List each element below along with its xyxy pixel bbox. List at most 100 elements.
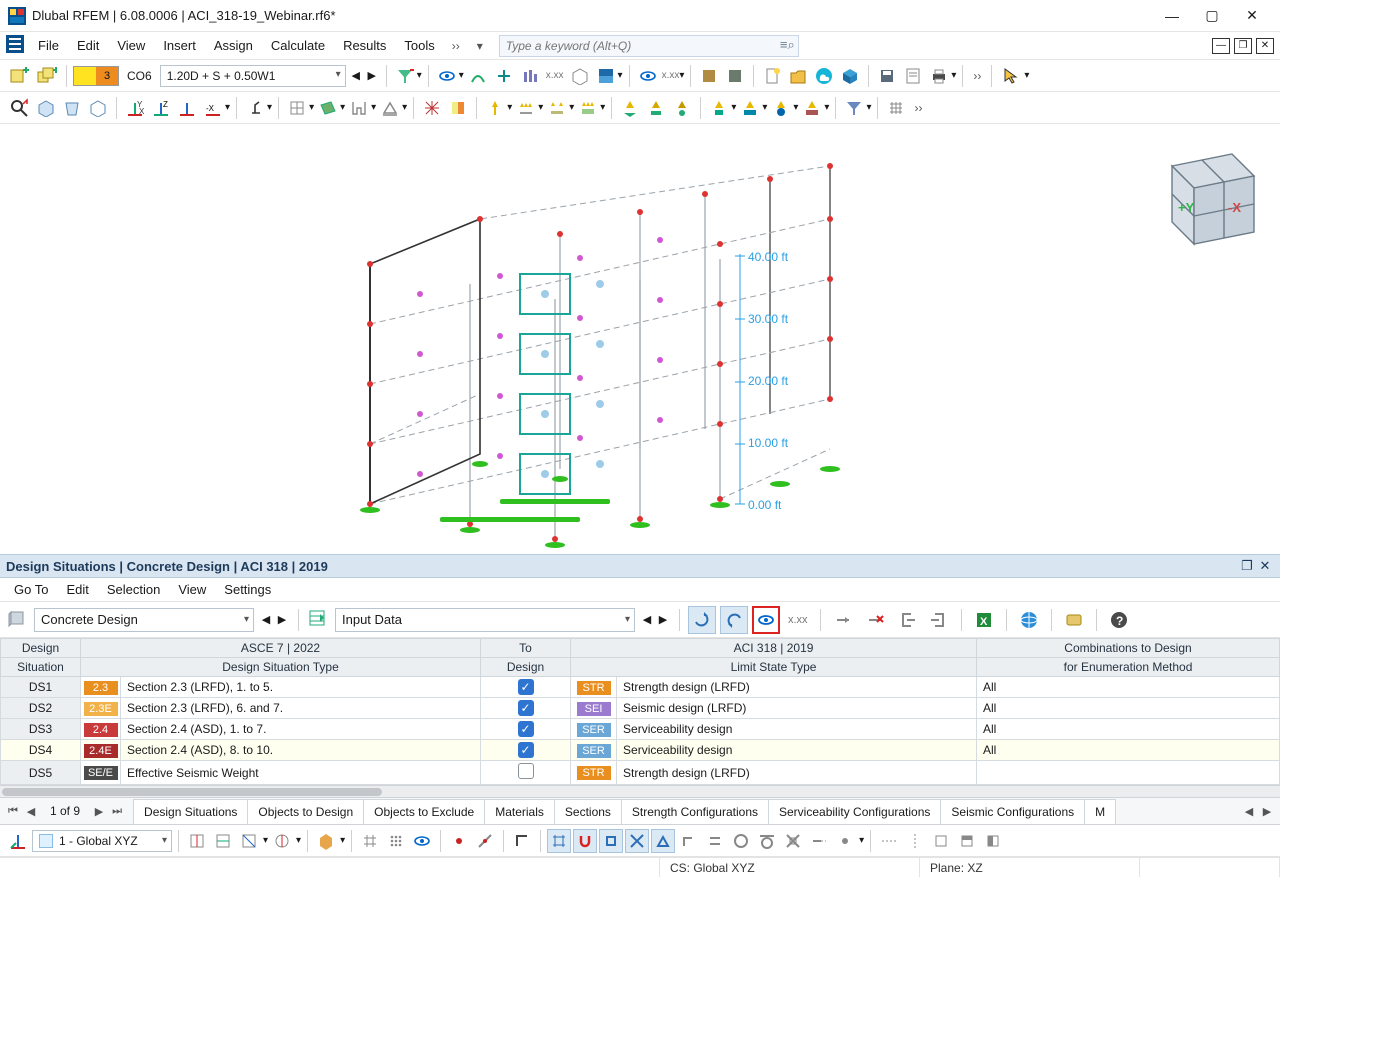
- design-module-next[interactable]: ▶: [274, 608, 290, 632]
- loadcase-dropdown[interactable]: 1.20D + S + 0.50W1 ▾: [160, 65, 346, 87]
- limit-desc[interactable]: Serviceability design: [617, 740, 977, 761]
- caret-down-icon[interactable]: ▾: [679, 70, 684, 81]
- page-first-button[interactable]: ⏮: [4, 805, 22, 818]
- table-row[interactable]: DS42.4ESection 2.4 (ASD), 8. to 10.✓SERS…: [1, 740, 1280, 761]
- to-design-checkbox[interactable]: [518, 763, 534, 779]
- caret-down-icon[interactable]: ▾: [267, 102, 272, 113]
- caret-down-icon[interactable]: ▾: [340, 102, 345, 113]
- hdr-comb[interactable]: Combinations to Design: [977, 639, 1280, 658]
- guide-half-button[interactable]: [981, 829, 1005, 853]
- hdr-design2[interactable]: Design: [481, 658, 571, 677]
- result-surface-button[interactable]: [594, 64, 618, 88]
- mdi-restore-button[interactable]: ❐: [1234, 38, 1252, 54]
- caret-down-icon[interactable]: ▾: [371, 102, 376, 113]
- caret-down-icon[interactable]: ▾: [951, 70, 956, 81]
- guide-h-button[interactable]: [877, 829, 901, 853]
- guide-box-button[interactable]: [929, 829, 953, 853]
- caret-down-icon[interactable]: ▾: [263, 835, 268, 846]
- save-button[interactable]: [875, 64, 899, 88]
- combination-cell[interactable]: All: [977, 740, 1280, 761]
- result-load-3-button[interactable]: [769, 96, 793, 120]
- limit-desc[interactable]: Serviceability design: [617, 719, 977, 740]
- overflow-icon[interactable]: ››: [973, 69, 981, 83]
- show-in-view-button[interactable]: [752, 606, 780, 634]
- result-diagram-button[interactable]: [518, 64, 542, 88]
- menu-results[interactable]: Results: [335, 34, 394, 57]
- export-row-button[interactable]: [925, 606, 953, 634]
- axis-xz-button[interactable]: [175, 96, 199, 120]
- window-close-button[interactable]: ✕: [1232, 2, 1272, 30]
- osnap-perp-button[interactable]: [677, 829, 701, 853]
- menu-overflow-icon[interactable]: ››: [445, 39, 467, 53]
- import-row-button[interactable]: [893, 606, 921, 634]
- ortho-button[interactable]: [510, 829, 534, 853]
- input-data-next[interactable]: ▶: [655, 608, 671, 632]
- page-next-button[interactable]: ▶: [90, 805, 108, 818]
- gen-load-3-button[interactable]: [670, 96, 694, 120]
- tab-serviceability-configurations[interactable]: Serviceability Configurations: [768, 799, 941, 824]
- table-row[interactable]: DS32.4Section 2.4 (ASD), 1. to 7.✓SERSer…: [1, 719, 1280, 740]
- input-data-dropdown[interactable]: Input Data ▾: [335, 608, 635, 632]
- tab-m[interactable]: M: [1084, 799, 1116, 824]
- caret-down-icon[interactable]: ▾: [618, 70, 623, 81]
- combination-cell[interactable]: All: [977, 719, 1280, 740]
- combination-cell[interactable]: [977, 761, 1280, 785]
- guide-v-button[interactable]: [903, 829, 927, 853]
- ds-desc[interactable]: Effective Seismic Weight: [121, 761, 481, 785]
- ds-desc[interactable]: Section 2.3 (LRFD), 6. and 7.: [121, 698, 481, 719]
- menu-calculate[interactable]: Calculate: [263, 34, 333, 57]
- osnap-ext-button[interactable]: [807, 829, 831, 853]
- menu-tools[interactable]: Tools: [396, 34, 442, 57]
- new-loadcase-button[interactable]: [6, 64, 32, 88]
- guide-top-button[interactable]: [955, 829, 979, 853]
- panel-menu-edit[interactable]: Edit: [58, 579, 96, 600]
- gen-load-1-button[interactable]: [618, 96, 642, 120]
- section-button[interactable]: [347, 96, 371, 120]
- cloud-button[interactable]: [812, 64, 836, 88]
- render-1-button[interactable]: [314, 829, 338, 853]
- mdi-minimize-button[interactable]: —: [1212, 38, 1230, 54]
- grid-dots-button[interactable]: [384, 829, 408, 853]
- surface-load-button[interactable]: [576, 96, 600, 120]
- cs-button[interactable]: [6, 829, 30, 853]
- grid-eye-button[interactable]: [410, 829, 434, 853]
- support-button[interactable]: [378, 96, 402, 120]
- snap-point-button[interactable]: [447, 829, 471, 853]
- menu-dropdown-icon[interactable]: ▾: [469, 39, 491, 53]
- caret-down-icon[interactable]: ▾: [340, 835, 345, 846]
- grid-button[interactable]: [884, 96, 908, 120]
- menu-file[interactable]: File: [30, 34, 67, 57]
- tab-seismic-configurations[interactable]: Seismic Configurations: [940, 799, 1085, 824]
- mode-3-button[interactable]: [237, 829, 261, 853]
- model-viewport[interactable]: 40.00 ft 30.00 ft 20.00 ft 10.00 ft 0.00…: [0, 124, 1280, 554]
- ds-desc[interactable]: Section 2.4 (ASD), 1. to 7.: [121, 719, 481, 740]
- app-menu-icon[interactable]: [6, 35, 24, 56]
- caret-down-icon[interactable]: ▾: [866, 102, 871, 113]
- microscope-button[interactable]: [243, 96, 267, 120]
- caret-down-icon[interactable]: ▾: [1024, 70, 1029, 81]
- hdr-asce[interactable]: ASCE 7 | 2022: [81, 639, 481, 658]
- color-button[interactable]: [446, 96, 470, 120]
- limit-desc[interactable]: Strength design (LRFD): [617, 677, 977, 698]
- to-design-checkbox[interactable]: ✓: [518, 721, 534, 737]
- view-persp-button[interactable]: [60, 96, 84, 120]
- result-load-1-button[interactable]: [707, 96, 731, 120]
- osnap-int-button[interactable]: [625, 829, 649, 853]
- caret-down-icon[interactable]: ▾: [600, 102, 605, 113]
- view-iso-button[interactable]: [34, 96, 58, 120]
- panel-menu-goto[interactable]: Go To: [6, 579, 56, 600]
- mesh-button[interactable]: [420, 96, 444, 120]
- tab-design-situations[interactable]: Design Situations: [133, 799, 248, 824]
- view-general-button[interactable]: [435, 64, 459, 88]
- caret-down-icon[interactable]: ▾: [538, 102, 543, 113]
- caret-down-icon[interactable]: ▾: [296, 835, 301, 846]
- member-load-button[interactable]: [545, 96, 569, 120]
- print-button[interactable]: [927, 64, 951, 88]
- osnap-node-button[interactable]: [833, 829, 857, 853]
- tab-materials[interactable]: Materials: [484, 799, 555, 824]
- limit-desc[interactable]: Strength design (LRFD): [617, 761, 977, 785]
- axis-xy-button[interactable]: YX: [123, 96, 147, 120]
- new-combo-button[interactable]: [34, 64, 60, 88]
- window-minimize-button[interactable]: —: [1152, 2, 1192, 30]
- add-row-button[interactable]: [829, 606, 857, 634]
